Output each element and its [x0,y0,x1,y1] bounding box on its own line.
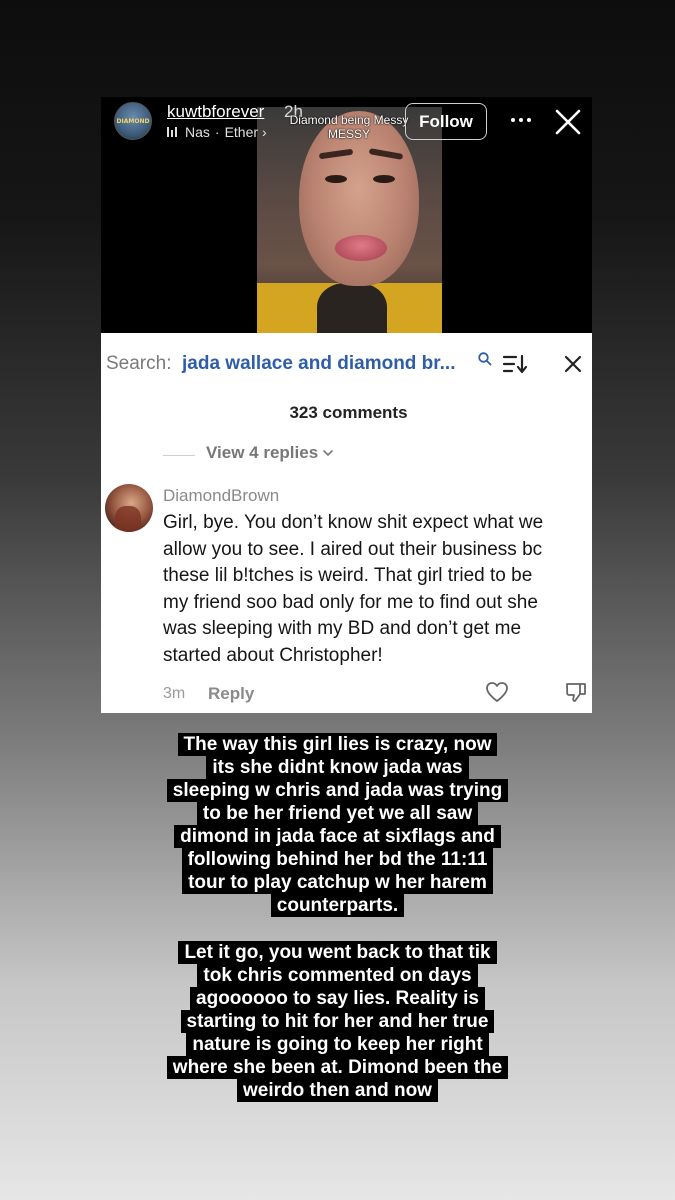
music-bars-icon [167,127,177,137]
comment-time: 3m [163,685,186,702]
comment-line: these lil b!tches is weird. That girl tr… [163,565,533,587]
follow-button[interactable]: Follow [405,103,487,140]
overlay-line-1: Diamond being Messy [289,113,409,127]
view-replies-button[interactable]: View 4 replies [206,443,334,463]
caption-line: where she been at. Dimond been the [166,1056,509,1079]
search-query[interactable]: jada wallace and diamond br... [182,353,455,375]
comment-text: Girl, bye. You don’t know shit expect wh… [163,510,591,670]
avatar-text: DIAMOND [116,118,150,125]
video-area[interactable]: DIAMOND kuwtbforever 2h Nas · Ether › Di… [101,97,592,333]
comment-count: 323 comments [289,403,408,422]
more-horizontal-icon[interactable] [508,107,534,133]
chevron-right-icon: › [262,124,267,140]
caption-line: weirdo then and now [237,1079,438,1102]
chevron-down-icon [323,450,333,457]
caption-line: The way this girl lies is crazy, now [177,733,498,756]
commenter-avatar[interactable] [105,484,153,532]
comment-search-bar[interactable]: Search: jada wallace and diamond br... [101,333,592,393]
music-artist: Nas [185,124,210,140]
overlay-line-2: MESSY [327,127,370,141]
reposted-video-card: DIAMOND kuwtbforever 2h Nas · Ether › Di… [101,97,592,713]
caption-line: Let it go, you went back to that tik [178,941,497,964]
caption-line: its she didnt know jada was [206,756,469,779]
caption-line: counterparts. [270,894,405,917]
caption-line: dimond in jada face at sixflags and [174,825,501,848]
reply-button[interactable]: Reply [208,684,254,704]
comment-line: started about Christopher! [163,644,383,666]
story-caption-block-1: The way this girl lies is crazy, now its… [70,733,605,917]
story-caption-block-2: Let it go, you went back to that tik tok… [70,941,605,1102]
search-icon[interactable] [477,351,493,367]
username[interactable]: kuwtbforever [167,102,264,122]
music-info[interactable]: Nas · Ether › [167,124,267,140]
search-label: Search: [106,353,172,374]
comment-line: allow you to see. I aired out their busi… [163,538,543,560]
view-replies-label: View 4 replies [206,443,319,462]
caption-line: tok chris commented on days [197,964,478,987]
comments-panel: Search: jada wallace and diamond br... 3… [101,333,592,713]
comment-line: was sleeping with my BD and don’t get me [163,618,522,640]
caption-line: nature is going to keep her right [186,1033,489,1056]
commenter-username[interactable]: DiamondBrown [163,486,279,506]
video-overlay-text: Diamond being Messy MESSY [285,113,413,141]
divider [163,455,195,456]
dislike-icon[interactable] [565,681,587,703]
close-icon[interactable] [563,354,583,374]
caption-line: agoooooo to say lies. Reality is [190,987,485,1010]
avatar[interactable]: DIAMOND [114,102,152,140]
music-track: Ether [224,124,259,140]
caption-line: tour to play catchup w her harem [182,871,493,894]
comment-line: Girl, bye. You don’t know shit expect wh… [163,512,544,533]
sort-icon[interactable] [502,353,528,375]
caption-line: to be her friend yet we all saw [196,802,479,825]
close-icon[interactable] [554,108,582,136]
heart-icon[interactable] [485,681,509,703]
caption-line: following behind her bd the 11:11 [181,848,494,871]
caption-line: starting to hit for her and her true [180,1010,495,1033]
story-screen: { "post": { "username": "kuwtbforever", … [0,0,675,1200]
caption-line: sleeping w chris and jada was trying [166,779,509,802]
comment-line: my friend soo bad only for me to find ou… [163,591,538,613]
